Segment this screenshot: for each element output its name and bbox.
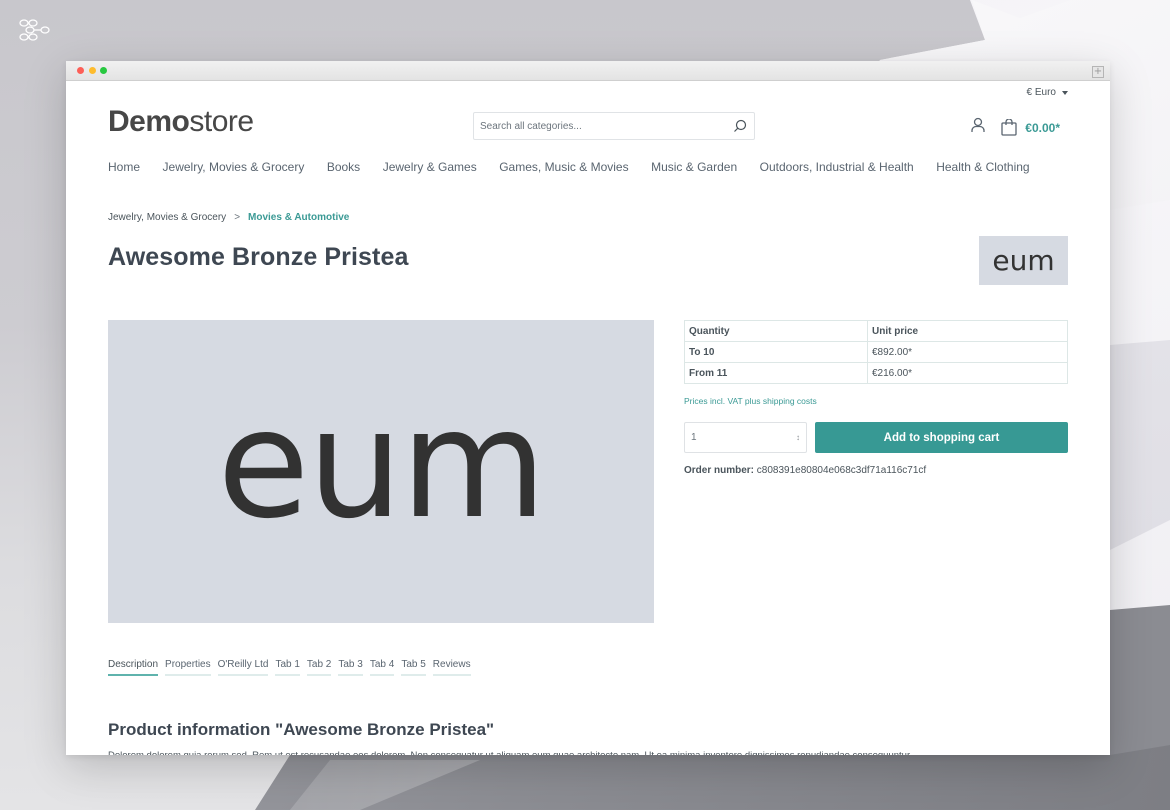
add-to-cart-button[interactable]: Add to shopping cart	[815, 422, 1068, 453]
buy-row: 1 ↕ Add to shopping cart	[684, 422, 1068, 453]
manufacturer-logo-text: eum	[992, 244, 1055, 277]
tab-reviews[interactable]: Reviews	[432, 659, 471, 676]
nav-item-home[interactable]: Home	[108, 160, 140, 174]
tab-5[interactable]: Tab 5	[401, 659, 426, 676]
maximize-window-button[interactable]	[100, 67, 107, 74]
tab-4[interactable]: Tab 4	[369, 659, 395, 676]
product-title: Awesome Bronze Pristea	[108, 243, 409, 271]
close-window-button[interactable]	[77, 67, 84, 74]
price-table: Quantity Unit price To 10 €892.00* From …	[684, 320, 1068, 384]
price-cell: €216.00*	[867, 362, 1068, 384]
nav-item-outdoors-industrial-health[interactable]: Outdoors, Industrial & Health	[760, 160, 914, 174]
currency-dropdown[interactable]: € Euro	[1027, 87, 1068, 98]
tab-1[interactable]: Tab 1	[275, 659, 300, 676]
quantity-value: 1	[691, 432, 697, 443]
nav-item-music-garden[interactable]: Music & Garden	[651, 160, 737, 174]
search-input[interactable]	[474, 113, 726, 139]
breadcrumb-separator-icon: >	[234, 212, 241, 223]
nav-item-games-music-movies[interactable]: Games, Music & Movies	[499, 160, 628, 174]
quantity-cell: From 11	[684, 362, 868, 384]
window-titlebar: +	[66, 61, 1110, 81]
column-header-unit-price: Unit price	[867, 320, 1068, 342]
description-title: Product information "Awesome Bronze Pris…	[108, 720, 495, 739]
tab-manufacturer[interactable]: O'Reilly Ltd	[217, 659, 269, 676]
search-box	[473, 112, 755, 140]
breadcrumb: Jewelry, Movies & Grocery > Movies & Aut…	[108, 212, 349, 223]
app-logo-icon	[18, 18, 52, 42]
currency-label: € Euro	[1026, 87, 1056, 98]
table-row: To 10 €892.00*	[684, 341, 1068, 363]
product-tabs: Description Properties O'Reilly Ltd Tab …	[108, 659, 471, 676]
account-button[interactable]	[971, 117, 985, 138]
breadcrumb-parent[interactable]: Jewelry, Movies & Grocery	[108, 212, 226, 223]
nav-item-books[interactable]: Books	[327, 160, 360, 174]
logo-bold-text: Demo	[108, 105, 190, 138]
vat-note-link[interactable]: Prices incl. VAT plus shipping costs	[684, 396, 1068, 406]
new-tab-button[interactable]: +	[1092, 66, 1104, 78]
price-table-header: Quantity Unit price	[684, 320, 1068, 342]
breadcrumb-current[interactable]: Movies & Automotive	[248, 212, 349, 223]
quantity-cell: To 10	[684, 341, 868, 363]
shopping-bag-icon	[1001, 119, 1017, 136]
tab-3[interactable]: Tab 3	[338, 659, 363, 676]
product-image[interactable]: eum	[108, 320, 654, 623]
main-navigation: Home Jewelry, Movies & Grocery Books Jew…	[108, 160, 1052, 174]
nav-item-jewelry-games[interactable]: Jewelry & Games	[383, 160, 477, 174]
caret-down-icon	[1062, 90, 1068, 95]
column-header-quantity: Quantity	[684, 320, 868, 342]
tab-description[interactable]: Description	[108, 659, 159, 676]
storefront-page: € Euro Demostore Search all categories..…	[66, 81, 1110, 755]
manufacturer-logo[interactable]: eum	[979, 236, 1068, 285]
store-logo[interactable]: Demostore	[108, 105, 254, 139]
search-button[interactable]	[726, 113, 754, 139]
browser-window: + € Euro Demostore Search all categories…	[66, 61, 1110, 755]
order-number-label: Order number:	[684, 465, 755, 476]
order-number: Order number: c808391e80804e068c3df71a11…	[684, 465, 1068, 476]
description-text: Dolorem dolorem quia rerum sed. Rem ut e…	[108, 750, 912, 755]
cart-total: €0.00*	[1025, 120, 1060, 135]
nav-item-health-clothing[interactable]: Health & Clothing	[936, 160, 1029, 174]
order-number-value: c808391e80804e068c3df71a116c71cf	[756, 465, 927, 476]
minimize-window-button[interactable]	[89, 67, 96, 74]
header-actions: €0.00*	[971, 117, 1060, 138]
product-image-text: eum	[217, 377, 546, 552]
logo-light-text: store	[189, 105, 254, 138]
user-icon	[971, 117, 985, 132]
nav-item-jewelry-movies-grocery[interactable]: Jewelry, Movies & Grocery	[163, 160, 305, 174]
search-icon	[734, 119, 747, 132]
quantity-select[interactable]: 1 ↕	[684, 422, 807, 453]
cart-button[interactable]: €0.00*	[1001, 119, 1060, 136]
tab-2[interactable]: Tab 2	[306, 659, 332, 676]
price-cell: €892.00*	[867, 341, 1068, 363]
buy-box: Quantity Unit price To 10 €892.00* From …	[684, 320, 1068, 476]
select-arrows-icon: ↕	[796, 432, 800, 442]
tab-properties[interactable]: Properties	[165, 659, 211, 676]
table-row: From 11 €216.00*	[684, 362, 1068, 384]
